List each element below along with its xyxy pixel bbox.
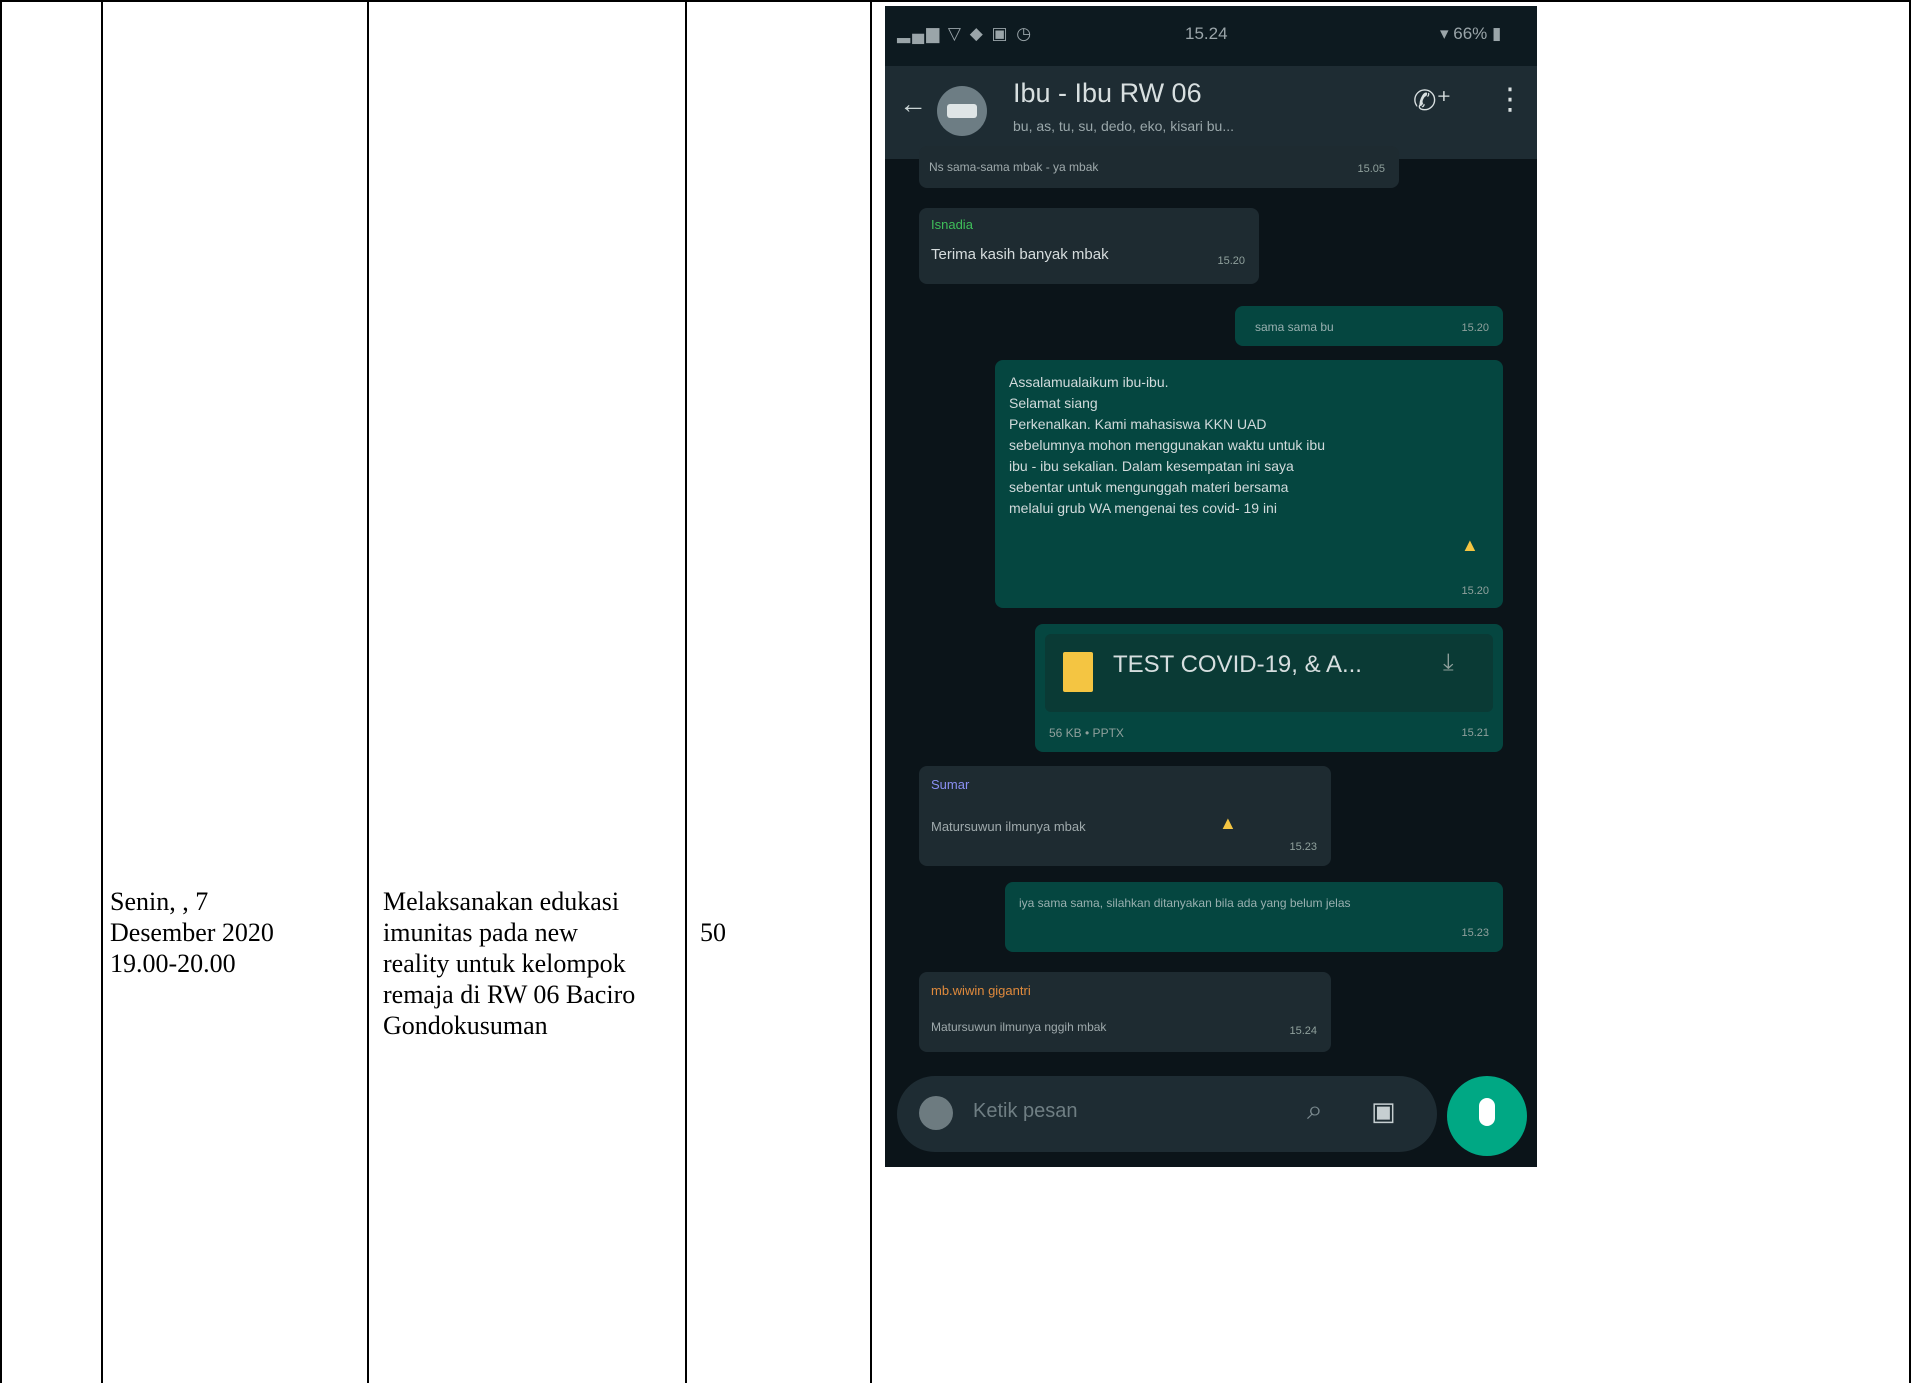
attach-icon[interactable]: ⌕: [1307, 1094, 1323, 1127]
participant-count-cell: 50: [700, 918, 726, 947]
signal-icon: ▂▄▆ ▽ ◆ ▣ ◷: [897, 24, 1034, 43]
table-border-right: [1909, 0, 1911, 1383]
chat-message: Sumar Matursuwun ilmunya mbak ▲ 15.23: [919, 766, 1331, 866]
group-name[interactable]: Ibu - Ibu RW 06: [1013, 78, 1202, 109]
more-options-icon[interactable]: ⋮: [1495, 82, 1525, 117]
add-call-icon[interactable]: ✆⁺: [1413, 84, 1451, 117]
chat-message: mb.wiwin gigantri Matursuwun ilmunya ngg…: [919, 972, 1331, 1052]
emoji-icon[interactable]: [919, 1096, 953, 1130]
back-arrow-icon[interactable]: ←: [899, 88, 927, 120]
table-border: [367, 0, 369, 1383]
activity-cell: Melaksanakan edukasi imunitas pada new r…: [383, 887, 636, 1040]
phone-status-bar: ▂▄▆ ▽ ◆ ▣ ◷ 15.24 ▾ 66% ▮: [885, 6, 1537, 66]
message-sender: Isnadia: [931, 217, 973, 232]
chat-message: Isnadia Terima kasih banyak mbak 15.20: [919, 208, 1259, 284]
table-border: [101, 0, 103, 1383]
table-border: [685, 0, 687, 1383]
message-input-bar[interactable]: Ketik pesan ⌕ ▣: [897, 1076, 1437, 1152]
document-icon: [1063, 652, 1093, 692]
battery-icon: ▾ 66% ▮: [1440, 24, 1502, 43]
mic-button[interactable]: [1447, 1076, 1527, 1156]
file-name[interactable]: TEST COVID-19, & A...: [1113, 653, 1362, 677]
download-icon[interactable]: ⤓: [1443, 651, 1454, 675]
praying-hands-icon: ▲: [1219, 813, 1237, 833]
message-sender: mb.wiwin gigantri: [931, 983, 1031, 998]
microphone-icon: [1479, 1098, 1495, 1126]
chat-message: Ns sama-sama mbak - ya mbak 15.05: [919, 146, 1399, 188]
chat-message-outgoing: sama sama bu 15.20: [1235, 306, 1503, 346]
date-cell: Senin, , 7 Desember 2020 19.00-20.00: [110, 887, 274, 978]
file-attachment-message: TEST COVID-19, & A... ⤓ 56 KB • PPTX 15.…: [1035, 624, 1503, 752]
chat-message-outgoing: iya sama sama, silahkan ditanyakan bila …: [1005, 882, 1503, 952]
table-border-top: [0, 0, 1911, 2]
message-input[interactable]: Ketik pesan: [973, 1100, 1078, 1123]
whatsapp-group-screenshot: ▂▄▆ ▽ ◆ ▣ ◷ 15.24 ▾ 66% ▮ ← Ibu - Ibu RW…: [885, 6, 1537, 1167]
message-sender: Sumar: [931, 777, 970, 792]
table-border-left: [0, 0, 2, 1383]
camera-icon[interactable]: ▣: [1371, 1096, 1396, 1127]
praying-hands-icon: ▲: [1461, 535, 1479, 555]
group-avatar[interactable]: [937, 86, 987, 136]
table-border: [870, 0, 872, 1383]
group-members[interactable]: bu, as, tu, su, dedo, eko, kisari bu...: [1013, 118, 1373, 134]
status-time: 15.24: [1185, 24, 1228, 43]
chat-message-outgoing: Assalamualaikum ibu-ibu. Selamat siang P…: [995, 360, 1503, 608]
